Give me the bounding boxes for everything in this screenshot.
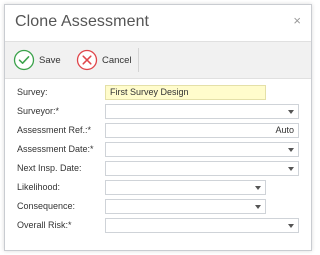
assessment-date-label: Assessment Date:* xyxy=(17,144,94,154)
save-label: Save xyxy=(39,54,61,66)
likelihood-select[interactable] xyxy=(105,180,266,195)
next-insp-date-label: Next Insp. Date: xyxy=(17,163,82,173)
assessment-ref-row: Assessment Ref.:* Auto xyxy=(5,123,311,139)
assessment-date-row: Assessment Date:* xyxy=(5,142,311,158)
toolbar-divider xyxy=(138,48,139,72)
chevron-down-icon[interactable] xyxy=(255,186,261,190)
save-button[interactable]: Save xyxy=(13,48,61,72)
likelihood-label: Likelihood: xyxy=(17,182,61,192)
x-circle-icon xyxy=(76,49,98,71)
check-circle-icon xyxy=(13,49,35,71)
consequence-select[interactable] xyxy=(105,199,266,214)
cancel-button[interactable]: Cancel xyxy=(76,48,132,72)
assessment-ref-input[interactable]: Auto xyxy=(105,123,299,138)
cancel-label: Cancel xyxy=(102,54,132,66)
dialog-title-bar: Clone Assessment × xyxy=(5,5,311,39)
surveyor-label: Surveyor:* xyxy=(17,106,60,116)
chevron-down-icon[interactable] xyxy=(288,110,294,114)
consequence-label: Consequence: xyxy=(17,201,76,211)
survey-row: Survey: First Survey Design xyxy=(5,85,311,101)
survey-value: First Survey Design xyxy=(110,87,189,97)
chevron-down-icon[interactable] xyxy=(255,205,261,209)
next-insp-date-row: Next Insp. Date: xyxy=(5,161,311,177)
survey-label: Survey: xyxy=(17,87,48,97)
overall-risk-select[interactable] xyxy=(105,218,299,233)
chevron-down-icon[interactable] xyxy=(288,148,294,152)
toolbar: Save Cancel xyxy=(5,41,311,79)
close-icon[interactable]: × xyxy=(293,14,301,28)
likelihood-row: Likelihood: xyxy=(5,180,311,196)
assessment-ref-label: Assessment Ref.:* xyxy=(17,125,92,135)
chevron-down-icon[interactable] xyxy=(288,167,294,171)
chevron-down-icon[interactable] xyxy=(288,224,294,228)
surveyor-select[interactable] xyxy=(105,104,299,119)
clone-assessment-dialog: Clone Assessment × Save Cancel Survey: F… xyxy=(4,4,312,251)
overall-risk-row: Overall Risk:* xyxy=(5,218,311,234)
consequence-row: Consequence: xyxy=(5,199,311,215)
overall-risk-label: Overall Risk:* xyxy=(17,220,72,230)
dialog-title: Clone Assessment xyxy=(15,13,150,30)
assessment-date-picker[interactable] xyxy=(105,142,299,157)
survey-field: First Survey Design xyxy=(105,85,266,100)
surveyor-row: Surveyor:* xyxy=(5,104,311,120)
assessment-ref-value: Auto xyxy=(275,125,294,135)
next-insp-date-picker[interactable] xyxy=(105,161,299,176)
